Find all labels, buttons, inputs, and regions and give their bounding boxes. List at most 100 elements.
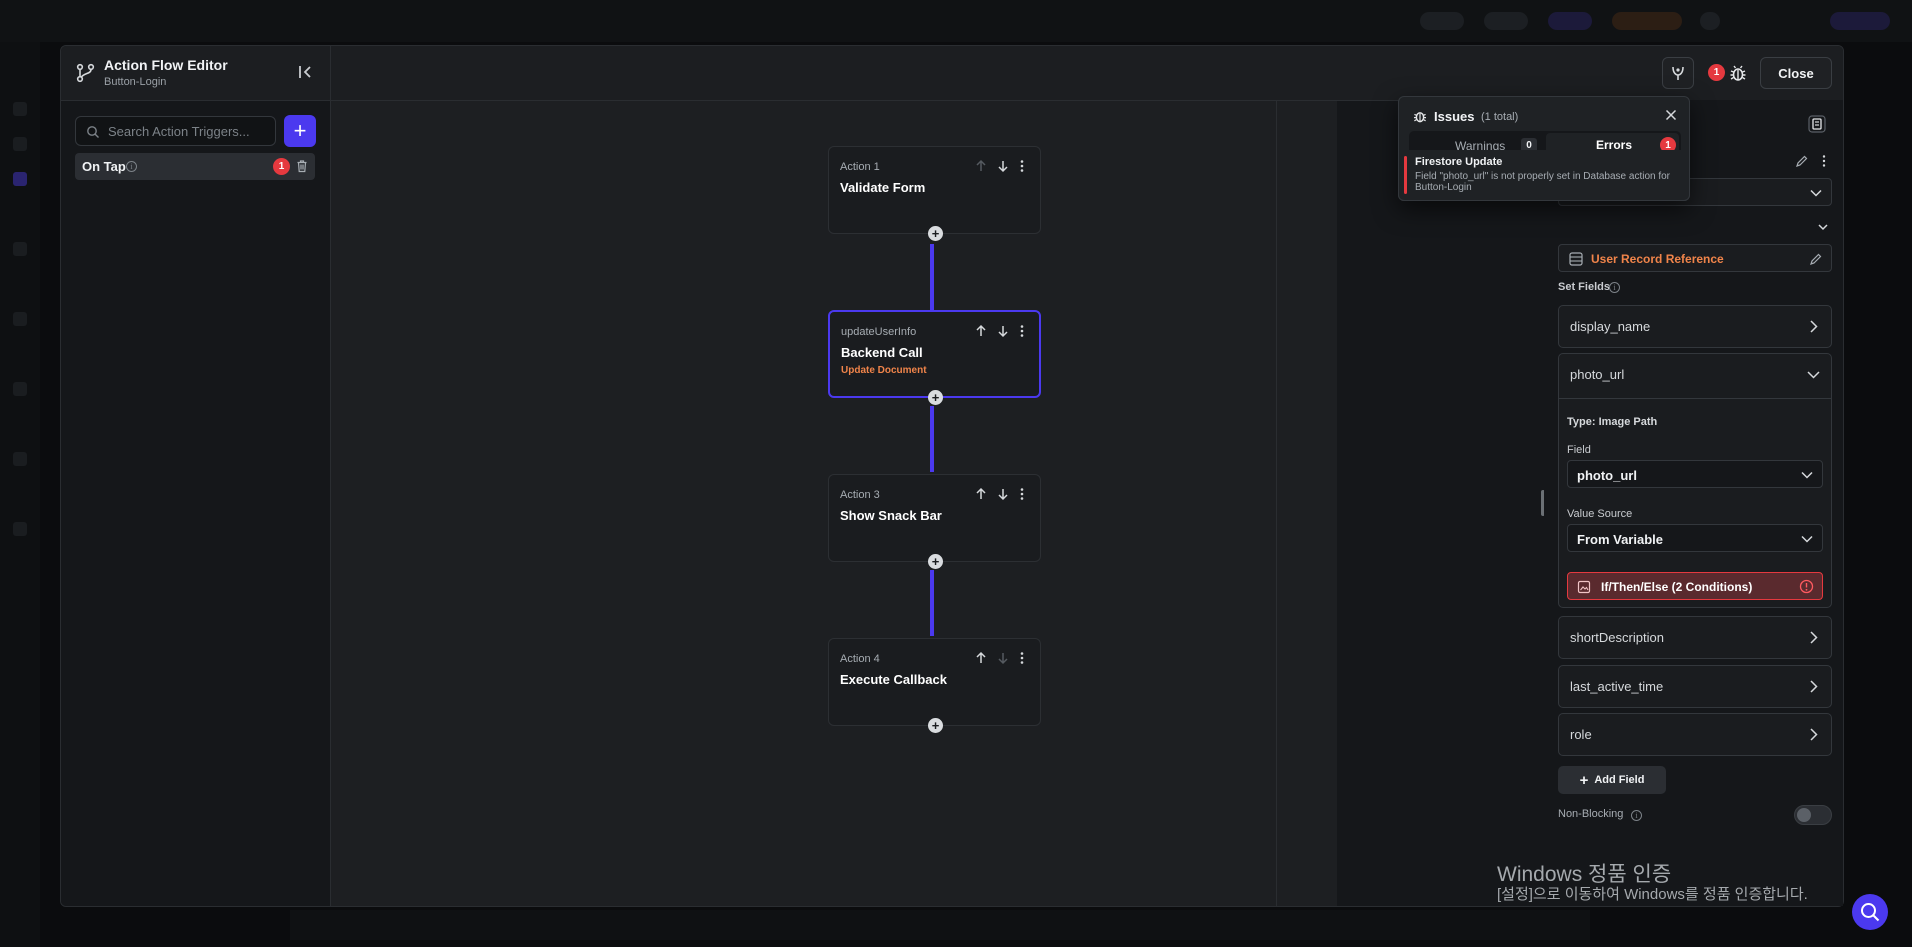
edit-icon[interactable] [1809,252,1823,266]
move-down-icon[interactable] [996,324,1010,338]
action-node-execute-callback[interactable]: Action 4 Execute Callback + [828,638,1041,733]
panel-divider [1276,100,1277,906]
node-label: updateUserInfo [841,326,917,338]
close-button[interactable]: Close [1760,57,1832,89]
plus-icon: + [1579,771,1589,789]
action-flow-icon [76,63,95,83]
set-fields-label: Set Fields [1558,281,1610,293]
move-down-icon[interactable] [996,159,1010,173]
field-row-role[interactable]: role [1558,713,1832,756]
add-action-button[interactable]: + [928,390,943,405]
background-app-icon [13,382,27,396]
issue-message: Field "photo_url" is not properly set in… [1415,171,1671,193]
action-node-backend-call[interactable]: updateUserInfo Backend Call Update Docum… [828,310,1041,405]
field-name: photo_url [1570,367,1625,382]
action-node-show-snack-bar[interactable]: Action 3 Show Snack Bar + [828,474,1041,569]
close-icon[interactable] [1664,108,1678,122]
help-chat-button[interactable] [1852,894,1888,930]
action-triggers-panel: + On Tap i 1 [61,101,331,906]
background-app-chip [1548,12,1592,30]
move-up-icon[interactable] [974,487,988,501]
info-icon[interactable]: i [1609,282,1620,293]
editor-header-title-area: Action Flow Editor Button-Login [61,46,331,101]
trash-icon[interactable] [295,159,309,173]
value-source-label: Value Source [1567,508,1633,520]
action-node-validate-form[interactable]: Action 1 Validate Form + [828,146,1041,241]
add-action-button[interactable]: + [928,226,943,241]
add-action-button[interactable]: + [928,554,943,569]
chevron-down-icon[interactable] [1817,221,1829,233]
add-field-button[interactable]: + Add Field [1558,766,1666,794]
field-row-short-description[interactable]: shortDescription [1558,616,1832,659]
background-app-chip [1700,12,1720,30]
non-blocking-toggle[interactable] [1794,805,1832,825]
add-trigger-button[interactable]: + [284,115,316,147]
background-app-icon [13,242,27,256]
bug-icon[interactable] [1728,63,1748,83]
trigger-item-on-tap[interactable]: On Tap i 1 [75,153,315,180]
conditional-value-label: If/Then/Else (2 Conditions) [1601,580,1753,594]
reference-value: User Record Reference [1591,252,1724,266]
issue-item-container: Firestore Update Field "photo_url" is no… [1398,150,1690,201]
search-action-triggers[interactable] [75,116,276,146]
debug-flow-button[interactable] [1662,57,1694,89]
reference-field[interactable]: User Record Reference [1558,244,1832,272]
field-select[interactable]: photo_url [1567,460,1823,488]
chevron-right-icon [1810,728,1818,741]
edit-icon[interactable] [1795,154,1809,168]
node-title: Backend Call [841,345,923,360]
background-app-chip [1612,12,1682,30]
editor-subtitle: Button-Login [104,76,167,88]
more-options-icon[interactable] [1015,324,1029,338]
background-app-chip [1830,12,1890,30]
info-icon[interactable]: i [1631,810,1642,821]
trigger-label: On Tap [82,159,126,174]
field-name: display_name [1570,319,1651,334]
move-up-icon[interactable] [974,651,988,665]
background-app-icon [13,102,27,116]
debug-flow-icon [1672,66,1684,80]
conditional-value-field[interactable]: If/Then/Else (2 Conditions) [1567,572,1823,600]
add-field-label: Add Field [1594,774,1645,786]
issues-title: Issues [1434,109,1475,124]
node-label: Action 3 [840,489,880,501]
info-icon[interactable]: i [126,161,137,172]
field-row-last-active-time[interactable]: last_active_time [1558,665,1832,708]
node-title: Validate Form [840,180,926,195]
chevron-right-icon [1810,680,1818,693]
more-options-icon[interactable] [1015,651,1029,665]
background-app-icon [13,172,27,186]
search-input[interactable] [108,117,273,145]
editor-header: Action Flow Editor Button-Login 1 Close [61,46,1843,101]
search-icon [87,126,99,138]
value-source-select[interactable]: From Variable [1567,524,1823,552]
chevron-down-icon [1801,471,1813,479]
background-app-sidebar [0,42,40,947]
editor-title: Action Flow Editor [104,57,228,73]
trigger-error-badge: 1 [273,158,290,175]
more-options-icon[interactable] [1015,159,1029,173]
issues-error-badge[interactable]: 1 [1708,64,1725,81]
field-label: Field [1567,444,1591,456]
error-icon [1799,579,1814,594]
chevron-right-icon [1810,320,1818,333]
move-down-icon[interactable] [996,487,1010,501]
copy-notes-icon[interactable] [1807,114,1827,134]
field-row-photo-url-header[interactable]: photo_url [1559,354,1831,399]
add-action-button[interactable]: + [928,718,943,733]
more-options-icon[interactable] [1015,487,1029,501]
move-up-icon[interactable] [974,324,988,338]
issue-title: Firestore Update [1415,156,1503,168]
node-label: Action 4 [840,653,880,665]
field-name: last_active_time [1570,679,1664,694]
non-blocking-label: Non-Blocking [1558,808,1624,820]
field-row-display-name[interactable]: display_name [1558,305,1832,348]
collapse-sidebar-icon[interactable] [297,63,315,81]
chevron-down-icon [1801,535,1813,543]
issue-item[interactable]: Firestore Update Field "photo_url" is no… [1404,156,1689,194]
move-up-icon [976,159,986,171]
flow-connector [930,406,934,472]
more-options-icon[interactable] [1817,154,1831,168]
move-down-icon [998,653,1008,665]
windows-activation-subtitle: [설정]으로 이동하여 Windows를 정품 인증합니다. [1497,886,1808,903]
